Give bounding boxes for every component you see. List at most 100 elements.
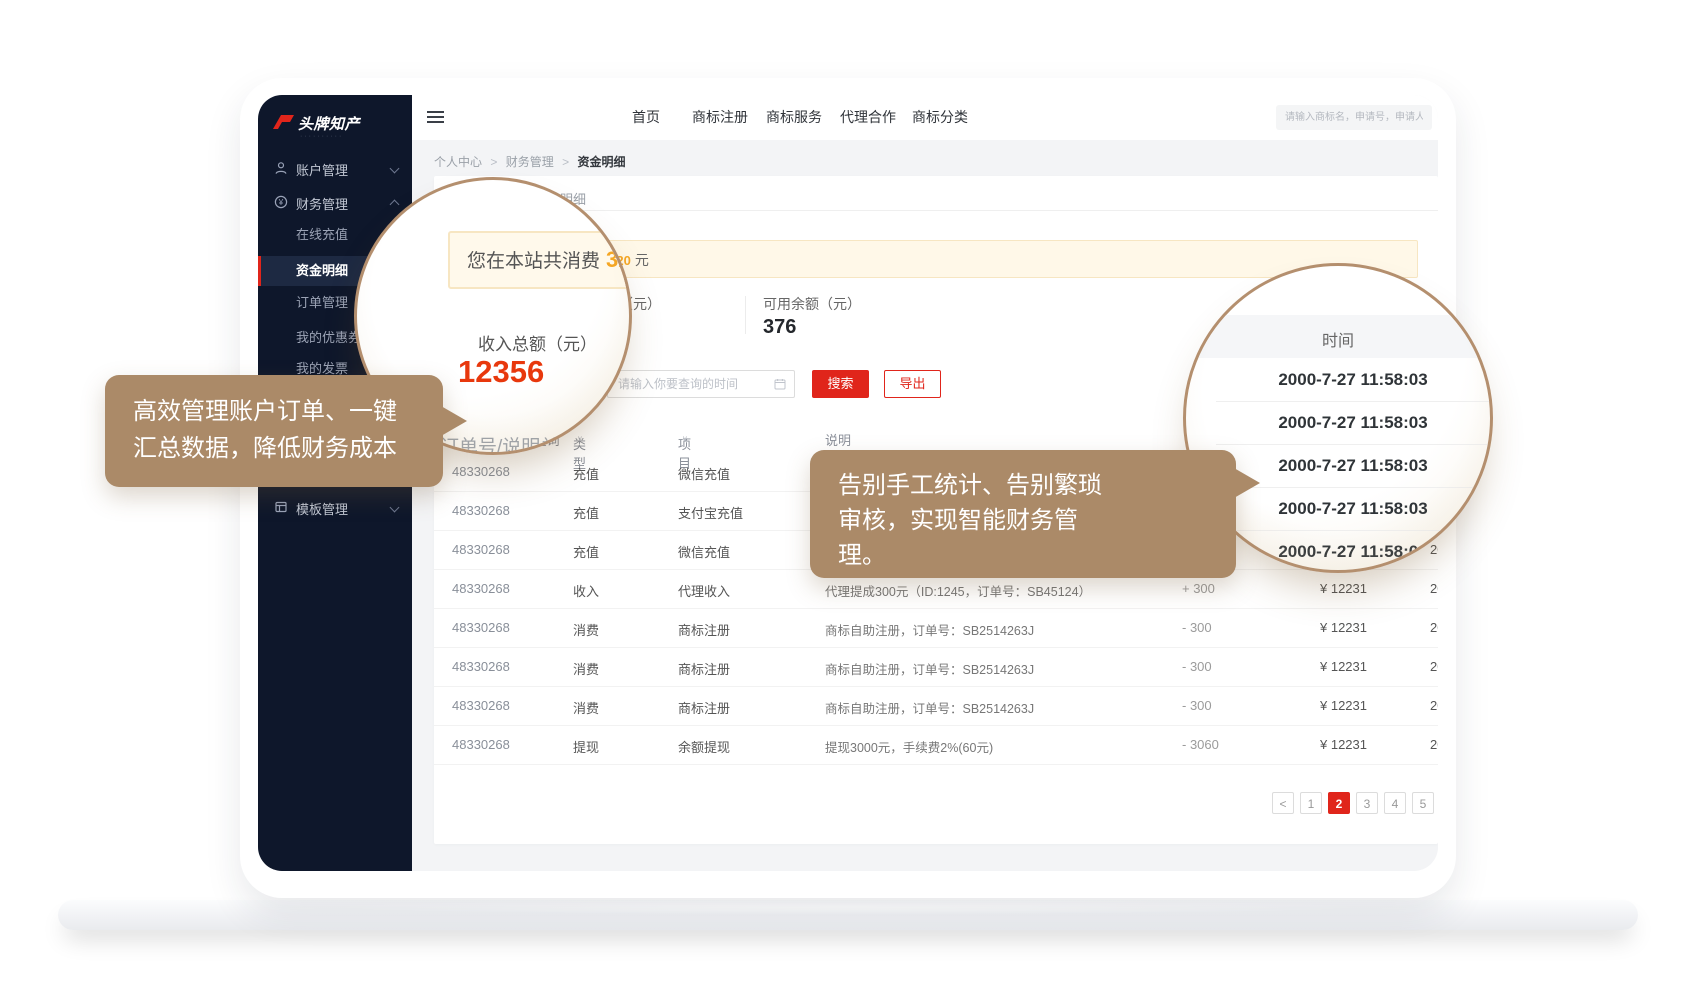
cell-project: 商标注册 [678,698,730,717]
cell-project: 商标注册 [678,659,730,678]
calendar-icon[interactable] [774,378,786,390]
logo-title: 头牌知产 [298,113,360,134]
cell-balance: ¥ 12231 [1320,620,1367,635]
cell-time: 2000-7-27 11:58:03 [1430,581,1438,596]
cell-order: 48330268 [452,737,510,752]
breadcrumb-current: 资金明细 [577,155,625,169]
cell-desc: 商标自助注册，订单号：SB2514263J [825,698,1034,717]
cell-project: 代理收入 [678,581,730,600]
breadcrumb-separator: > [490,155,497,169]
cell-project: 支付宝充值 [678,503,743,522]
magnified-time-row: 2000-7-27 11:58:03 [1216,530,1490,573]
sidebar-item-account[interactable]: 账户管理 [258,153,412,183]
cell-desc: 商标自助注册，订单号：SB2514263J [825,659,1034,678]
breadcrumb-item[interactable]: 个人中心 [434,155,482,169]
cell-type: 消费 [573,620,599,639]
nav-item-home[interactable]: 首页 [632,95,660,140]
cell-project: 余额提现 [678,737,730,756]
nav-item-trademark-register[interactable]: 商标注册 [692,95,748,140]
cell-type: 充值 [573,503,599,522]
magnified-banner-amount: 321248 [606,247,632,272]
callout-text-line: 告别手工统计、告别繁琐 [838,468,1208,503]
pagination-page-1[interactable]: 1 [1300,792,1322,814]
callout-text-line: 汇总数据，降低财务成本 [133,430,415,467]
cell-amount: - 3060 [1182,737,1219,752]
pagination-page-4[interactable]: 4 [1384,792,1406,814]
chevron-down-icon [390,503,400,513]
sidebar-item-label: 财务管理 [296,194,348,213]
template-icon [274,500,288,514]
breadcrumb: 个人中心 > 财务管理 > 资金明细 [434,153,625,170]
chevron-down-icon [390,164,400,174]
callout-text-line: 理。 [838,538,1208,573]
cell-time: 2000-7-27 11:58:03 [1430,659,1438,674]
nav-item-trademark-category[interactable]: 商标分类 [912,95,968,140]
cell-time: 2000-7-27 11:58:03 [1430,698,1438,713]
magnified-stat-value: 12356 [458,354,544,390]
cell-type: 消费 [573,659,599,678]
stat-balance-label: 可用余额（元） [763,294,861,314]
cell-type: 提现 [573,737,599,756]
logo[interactable]: 头牌知产 ·········· [272,111,402,151]
cell-order: 48330268 [452,698,510,713]
cell-order: 48330268 [452,659,510,674]
table-row: 48330268 消费 商标注册 商标自助注册，订单号：SB2514263J -… [434,686,1438,726]
sort-caret-icon[interactable]: ∨ [682,434,688,443]
page: 头牌知产 ·········· 账户管理 ¥ 财务管 [0,0,1696,1002]
table-row: 48330268 消费 商标注册 商标自助注册，订单号：SB2514263J -… [434,647,1438,687]
cell-amount: - 300 [1182,620,1212,635]
table-row: 48330268 消费 商标注册 商标自助注册，订单号：SB2514263J -… [434,608,1438,648]
pagination-prev-button[interactable]: < [1272,792,1294,814]
breadcrumb-item[interactable]: 财务管理 [506,155,554,169]
cell-balance: ¥ 12231 [1320,659,1367,674]
cell-project: 微信充值 [678,464,730,483]
export-button[interactable]: 导出 [884,370,941,398]
finance-icon: ¥ [274,195,288,209]
nav-item-agency[interactable]: 代理合作 [840,95,896,140]
svg-text:¥: ¥ [278,198,284,207]
cell-time: 2000-7-27 11:58:03 [1430,737,1438,752]
cell-balance: ¥ 12231 [1320,737,1367,752]
cell-type: 消费 [573,698,599,717]
user-icon [274,161,288,175]
menu-icon[interactable] [427,111,444,124]
magnified-banner: 您在本站共消费 321248 [448,231,632,289]
logo-subtext: ·········· [300,133,343,140]
cell-order: 48330268 [452,542,510,557]
active-indicator [258,256,261,286]
cell-amount: - 300 [1182,659,1212,674]
nav-item-trademark-service[interactable]: 商标服务 [766,95,822,140]
sidebar-item-template[interactable]: 模板管理 [258,492,412,522]
banner-unit: 元 [635,252,649,268]
search-button[interactable]: 搜索 [812,370,869,398]
cell-type: 充值 [573,542,599,561]
pagination-page-2[interactable]: 2 [1328,792,1350,814]
cell-desc: 提现3000元，手续费2%(60元) [825,737,993,756]
cell-balance: ¥ 12231 [1320,581,1367,596]
callout-text-line: 审核，实现智能财务管 [838,503,1208,538]
callout-left-arrow-icon [441,406,467,436]
cell-order: 48330268 [452,581,510,596]
sidebar-item-label: 账户管理 [296,160,348,179]
pagination-page-3[interactable]: 3 [1356,792,1378,814]
search-input[interactable] [1276,105,1432,130]
callout-right: 告别手工统计、告别繁琐 审核，实现智能财务管 理。 [810,450,1236,578]
sidebar-item-finance[interactable]: ¥ 财务管理 [258,187,412,217]
magnified-time-header: 时间 [1186,327,1490,351]
pagination-page-5[interactable]: 5 [1412,792,1434,814]
cell-order: 48330268 [452,620,510,635]
cell-project: 商标注册 [678,620,730,639]
cell-project: 微信充值 [678,542,730,561]
magnified-time-row: 2000-7-27 11:58:03 [1216,358,1490,402]
magnified-banner-text: 您在本站共消费 [467,251,600,272]
magnified-stat-label: 收入总额（元） [478,330,597,355]
logo-icon [272,114,296,130]
table-row: 48330268 提现 余额提现 提现3000元，手续费2%(60元) - 30… [434,725,1438,765]
sidebar-item-label: 模板管理 [296,499,348,518]
date-query-input[interactable] [607,370,795,398]
callout-text-line: 高效管理账户订单、一键 [133,393,415,430]
top-nav: 首页 商标注册 商标服务 代理合作 商标分类 [412,95,1438,140]
chevron-up-icon [390,200,400,210]
cell-desc: 商标自助注册，订单号：SB2514263J [825,620,1034,639]
callout-right-arrow-icon [1234,468,1260,498]
